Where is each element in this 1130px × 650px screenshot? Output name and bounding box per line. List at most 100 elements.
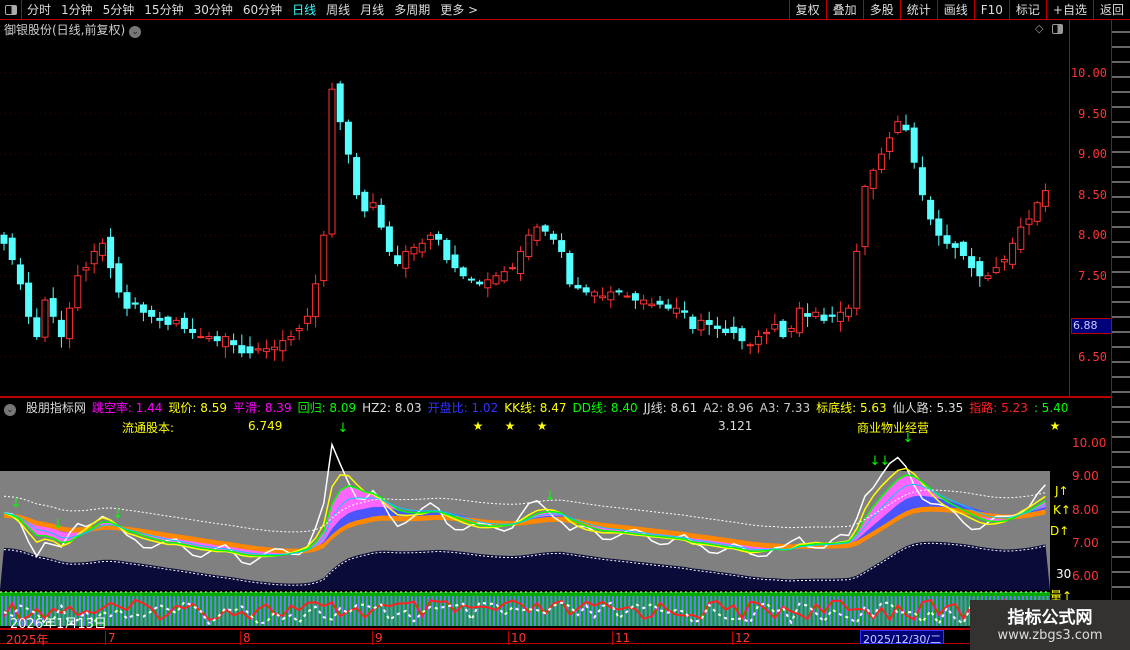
candle xyxy=(49,287,57,324)
candle xyxy=(377,198,385,230)
candle xyxy=(271,339,279,361)
candle xyxy=(189,318,197,339)
candle xyxy=(640,294,648,310)
candle xyxy=(172,317,180,327)
candle xyxy=(845,304,853,322)
candle xyxy=(148,305,156,324)
date-axis-label: 12 xyxy=(732,631,750,645)
candle xyxy=(533,223,541,246)
candle xyxy=(254,342,262,354)
price-axis: 10.00 9.50 9.00 8.50 8.00 7.50 6.50 6.88 xyxy=(1069,20,1113,397)
candle xyxy=(943,224,951,249)
candle xyxy=(369,193,377,211)
candle xyxy=(984,272,992,282)
candle xyxy=(287,330,295,346)
indicator-axis-label: 7.00 xyxy=(1072,535,1099,550)
panel-divider[interactable] xyxy=(0,396,1111,398)
candle xyxy=(213,330,221,347)
indicator-value: 跳空率: 1.44 xyxy=(91,401,163,415)
candle xyxy=(746,342,754,355)
date-axis-label: 7 xyxy=(105,631,116,645)
candle xyxy=(902,114,910,132)
candle xyxy=(771,313,779,333)
candle xyxy=(344,119,352,164)
candle xyxy=(853,243,861,316)
indicator-value: 现价: 8.59 xyxy=(168,401,227,415)
candle xyxy=(566,250,574,288)
candle xyxy=(689,314,697,334)
candle xyxy=(730,316,738,340)
candle xyxy=(221,333,229,358)
arrow-down-icon: ↓ xyxy=(545,489,556,504)
indicator-value: DD线: 8.40 xyxy=(572,401,638,415)
candle xyxy=(197,327,205,339)
chevron-down-icon[interactable]: ⌄ xyxy=(4,404,16,416)
price-axis-label: 10.00 xyxy=(1070,66,1107,80)
indicator-value-2: 3.121 xyxy=(718,419,753,433)
industry-label: 商业物业经营 xyxy=(857,421,930,435)
candle xyxy=(98,238,106,262)
candle xyxy=(25,272,33,325)
candle xyxy=(681,301,689,319)
candle xyxy=(754,330,762,354)
indicator-value: KK线: 8.47 xyxy=(504,401,567,415)
price-chart[interactable]: ★ ★ ★ ★↓↓↓↓↓↓↓ ↓ xyxy=(0,0,1069,650)
date-axis-label: 9 xyxy=(372,631,383,645)
candle xyxy=(1025,209,1033,235)
candle xyxy=(590,289,598,304)
indicator-axis-label: 6.00 xyxy=(1072,569,1099,584)
star-icon: ★ xyxy=(1050,419,1061,433)
candle xyxy=(779,318,787,339)
candle xyxy=(459,266,467,280)
candle xyxy=(33,308,41,340)
candle xyxy=(467,276,475,284)
candle xyxy=(361,189,369,218)
indicator-panel xyxy=(0,441,1050,590)
candle xyxy=(648,297,656,309)
candle xyxy=(508,262,516,271)
star-icon: ★ xyxy=(537,419,548,433)
candle xyxy=(976,257,984,287)
indicator-value: 指路: 5.23 xyxy=(969,401,1028,415)
watermark: 指标公式网 www.zbgs3.com xyxy=(970,600,1130,650)
arrow-down-icon: ↓ xyxy=(880,454,891,469)
candle xyxy=(156,312,164,329)
candle xyxy=(139,301,147,322)
volume-strip xyxy=(0,591,1050,626)
candle xyxy=(246,336,254,359)
float-shares-value: 6.749 xyxy=(248,419,283,433)
indicator-header: ⌄ 股朋指标网 跳空率: 1.44 现价: 8.59 平滑: 8.39 回归: 8.09… xyxy=(4,399,1080,416)
candle xyxy=(16,258,24,290)
candle xyxy=(804,303,812,328)
date-axis-label: 10 xyxy=(508,631,526,645)
candle xyxy=(66,302,74,349)
date-axis: 2025/12/30/二 2025年 7 8 9 10 11 12 xyxy=(0,628,1111,647)
indicator-value: : 5.40 xyxy=(1033,401,1069,415)
indicator-value: 仙人路: 5.35 xyxy=(892,401,964,415)
indicator-axis-label: 9.00 xyxy=(1072,469,1099,484)
candle xyxy=(262,339,270,359)
candle xyxy=(385,221,393,256)
indicator-value: 标底线: 5.63 xyxy=(816,401,887,415)
candle xyxy=(836,301,844,332)
current-price-label: 6.88 xyxy=(1071,318,1113,335)
side-info-strip[interactable] xyxy=(1111,20,1130,650)
indicator-value: A2: 8.96 xyxy=(703,401,754,415)
candle xyxy=(795,301,803,337)
candle xyxy=(828,306,836,323)
indicator-value: A3: 7.33 xyxy=(759,401,811,415)
date-axis-label: 11 xyxy=(612,631,630,645)
date-axis-label: 8 xyxy=(240,631,251,645)
candle xyxy=(312,274,320,328)
toolbar-button[interactable]: 返回 xyxy=(1092,0,1130,20)
price-axis-label: 8.50 xyxy=(1078,187,1107,202)
candle xyxy=(1041,183,1049,213)
candle xyxy=(787,325,795,338)
arrow-down-icon: ↓ xyxy=(11,496,22,511)
star-icon: ★ xyxy=(505,419,516,433)
candle xyxy=(541,223,549,236)
candle xyxy=(0,231,8,251)
candle xyxy=(549,230,557,245)
candle xyxy=(894,115,902,135)
candle xyxy=(935,209,943,246)
